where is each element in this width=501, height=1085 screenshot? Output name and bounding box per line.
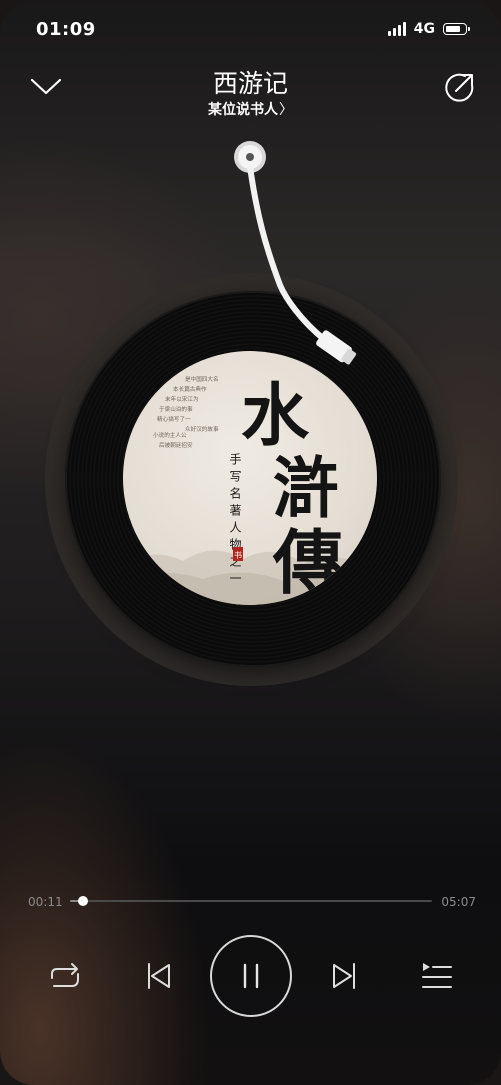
play-pause-button[interactable] (210, 935, 292, 1017)
artist-name: 某位说书人 (208, 102, 278, 118)
music-player-screen: 01:09 4G 西游记 某位说书人〉 是中国四大名 本长篇古典作 末年以宋江为… (0, 0, 501, 1085)
tonearm (225, 135, 385, 395)
total-time: 05:07 (441, 895, 476, 909)
repeat-icon (51, 963, 79, 987)
playlist-button[interactable] (417, 958, 455, 994)
cellular-signal-icon (387, 22, 406, 36)
vertical-caption-text: 手写名著人物之一 (228, 453, 242, 589)
album-small-text: 是中国四大名 本长篇古典作 末年以宋江为 于梁山泊的事 精心描写了一 众好汉的故… (153, 375, 219, 449)
share-icon (445, 73, 474, 102)
svg-text:小说的主人公: 小说的主人公 (153, 431, 187, 439)
chevron-right-icon: 〉 (279, 102, 293, 118)
current-time: 00:11 (28, 895, 63, 909)
next-button[interactable] (327, 958, 361, 994)
status-indicators: 4G (387, 21, 470, 37)
track-title: 西游记 (212, 69, 288, 98)
playlist-icon (422, 963, 452, 988)
svg-text:书: 书 (234, 550, 242, 560)
network-type: 4G (413, 21, 435, 37)
skip-previous-icon (148, 963, 170, 989)
share-button[interactable] (441, 70, 477, 106)
svg-text:是中国四大名: 是中国四大名 (185, 375, 219, 383)
svg-text:滸: 滸 (273, 449, 339, 527)
svg-text:众好汉的故事: 众好汉的故事 (185, 425, 219, 433)
pause-icon (243, 963, 259, 989)
svg-text:于梁山泊的事: 于梁山泊的事 (159, 405, 193, 413)
previous-button[interactable] (142, 958, 176, 994)
artist-link[interactable]: 某位说书人〉 (0, 99, 501, 119)
svg-text:精心描写了一: 精心描写了一 (157, 415, 191, 423)
album-vertical-caption: 手写名著人物之一 (228, 453, 242, 589)
progress-slider[interactable] (70, 896, 432, 906)
repeat-button[interactable] (46, 958, 84, 994)
svg-text:末年以宋江为: 末年以宋江为 (165, 395, 199, 403)
progress-thumb[interactable] (78, 896, 89, 906)
skip-next-icon (333, 963, 355, 989)
svg-text:傳: 傳 (272, 521, 343, 604)
svg-text:后被朝廷招安: 后被朝廷招安 (159, 441, 193, 449)
svg-text:本长篇古典作: 本长篇古典作 (173, 385, 207, 393)
battery-icon (443, 23, 470, 35)
status-time: 01:09 (36, 19, 96, 40)
